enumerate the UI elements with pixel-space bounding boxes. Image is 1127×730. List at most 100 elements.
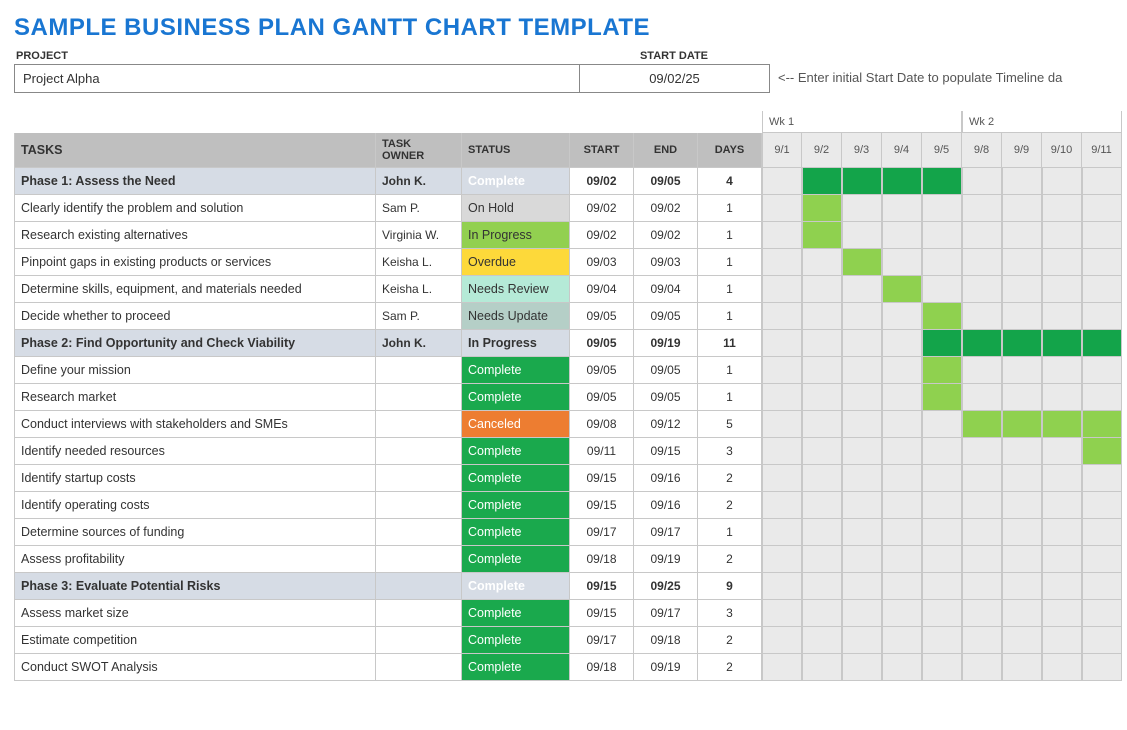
task-days[interactable]: 1 bbox=[698, 519, 762, 546]
task-name[interactable]: Identify startup costs bbox=[14, 465, 376, 492]
task-start[interactable]: 09/15 bbox=[570, 600, 634, 627]
task-start[interactable]: 09/03 bbox=[570, 249, 634, 276]
task-start[interactable]: 09/05 bbox=[570, 384, 634, 411]
task-days[interactable]: 2 bbox=[698, 546, 762, 573]
project-name-input[interactable]: Project Alpha bbox=[14, 64, 580, 93]
task-owner[interactable] bbox=[376, 465, 462, 492]
task-end[interactable]: 09/18 bbox=[634, 627, 698, 654]
task-name[interactable]: Phase 1: Assess the Need bbox=[14, 168, 376, 195]
task-end[interactable]: 09/05 bbox=[634, 303, 698, 330]
task-days[interactable]: 5 bbox=[698, 411, 762, 438]
task-days[interactable]: 1 bbox=[698, 222, 762, 249]
task-owner[interactable] bbox=[376, 411, 462, 438]
task-days[interactable]: 1 bbox=[698, 384, 762, 411]
task-status[interactable]: Complete bbox=[462, 573, 570, 600]
task-days[interactable]: 3 bbox=[698, 600, 762, 627]
task-end[interactable]: 09/12 bbox=[634, 411, 698, 438]
task-name[interactable]: Identify operating costs bbox=[14, 492, 376, 519]
task-start[interactable]: 09/15 bbox=[570, 465, 634, 492]
task-status[interactable]: Needs Review bbox=[462, 276, 570, 303]
task-days[interactable]: 1 bbox=[698, 276, 762, 303]
task-status[interactable]: Needs Update bbox=[462, 303, 570, 330]
task-days[interactable]: 4 bbox=[698, 168, 762, 195]
task-end[interactable]: 09/16 bbox=[634, 492, 698, 519]
task-name[interactable]: Clearly identify the problem and solutio… bbox=[14, 195, 376, 222]
task-start[interactable]: 09/15 bbox=[570, 573, 634, 600]
task-end[interactable]: 09/17 bbox=[634, 600, 698, 627]
task-end[interactable]: 09/05 bbox=[634, 168, 698, 195]
task-owner[interactable] bbox=[376, 654, 462, 681]
task-start[interactable]: 09/05 bbox=[570, 303, 634, 330]
task-status[interactable]: Complete bbox=[462, 438, 570, 465]
task-end[interactable]: 09/05 bbox=[634, 384, 698, 411]
task-start[interactable]: 09/05 bbox=[570, 357, 634, 384]
task-name[interactable]: Identify needed resources bbox=[14, 438, 376, 465]
task-end[interactable]: 09/03 bbox=[634, 249, 698, 276]
task-status[interactable]: Complete bbox=[462, 519, 570, 546]
task-status[interactable]: In Progress bbox=[462, 222, 570, 249]
task-name[interactable]: Phase 2: Find Opportunity and Check Viab… bbox=[14, 330, 376, 357]
task-status[interactable]: Complete bbox=[462, 492, 570, 519]
task-status[interactable]: Complete bbox=[462, 357, 570, 384]
task-end[interactable]: 09/02 bbox=[634, 222, 698, 249]
task-owner[interactable] bbox=[376, 546, 462, 573]
task-status[interactable]: Complete bbox=[462, 168, 570, 195]
task-status[interactable]: Canceled bbox=[462, 411, 570, 438]
task-name[interactable]: Conduct interviews with stakeholders and… bbox=[14, 411, 376, 438]
task-days[interactable]: 1 bbox=[698, 195, 762, 222]
task-days[interactable]: 2 bbox=[698, 465, 762, 492]
task-days[interactable]: 2 bbox=[698, 492, 762, 519]
task-end[interactable]: 09/02 bbox=[634, 195, 698, 222]
task-name[interactable]: Phase 3: Evaluate Potential Risks bbox=[14, 573, 376, 600]
task-days[interactable]: 1 bbox=[698, 357, 762, 384]
task-owner[interactable]: Virginia W. bbox=[376, 222, 462, 249]
task-name[interactable]: Assess profitability bbox=[14, 546, 376, 573]
start-date-input[interactable]: 09/02/25 bbox=[580, 64, 770, 93]
task-start[interactable]: 09/17 bbox=[570, 519, 634, 546]
task-name[interactable]: Pinpoint gaps in existing products or se… bbox=[14, 249, 376, 276]
task-owner[interactable] bbox=[376, 357, 462, 384]
task-name[interactable]: Research market bbox=[14, 384, 376, 411]
task-start[interactable]: 09/18 bbox=[570, 654, 634, 681]
task-owner[interactable] bbox=[376, 519, 462, 546]
task-days[interactable]: 2 bbox=[698, 627, 762, 654]
task-days[interactable]: 9 bbox=[698, 573, 762, 600]
task-end[interactable]: 09/19 bbox=[634, 330, 698, 357]
task-start[interactable]: 09/02 bbox=[570, 195, 634, 222]
task-name[interactable]: Determine sources of funding bbox=[14, 519, 376, 546]
task-owner[interactable]: John K. bbox=[376, 168, 462, 195]
task-owner[interactable] bbox=[376, 600, 462, 627]
task-owner[interactable]: John K. bbox=[376, 330, 462, 357]
task-start[interactable]: 09/04 bbox=[570, 276, 634, 303]
task-start[interactable]: 09/15 bbox=[570, 492, 634, 519]
task-name[interactable]: Conduct SWOT Analysis bbox=[14, 654, 376, 681]
task-owner[interactable]: Sam P. bbox=[376, 303, 462, 330]
task-end[interactable]: 09/05 bbox=[634, 357, 698, 384]
task-start[interactable]: 09/08 bbox=[570, 411, 634, 438]
task-owner[interactable] bbox=[376, 627, 462, 654]
task-end[interactable]: 09/15 bbox=[634, 438, 698, 465]
task-start[interactable]: 09/02 bbox=[570, 168, 634, 195]
task-start[interactable]: 09/17 bbox=[570, 627, 634, 654]
task-name[interactable]: Assess market size bbox=[14, 600, 376, 627]
task-status[interactable]: Complete bbox=[462, 546, 570, 573]
task-owner[interactable]: Keisha L. bbox=[376, 276, 462, 303]
task-owner[interactable]: Sam P. bbox=[376, 195, 462, 222]
task-end[interactable]: 09/19 bbox=[634, 654, 698, 681]
task-owner[interactable] bbox=[376, 438, 462, 465]
task-name[interactable]: Decide whether to proceed bbox=[14, 303, 376, 330]
task-owner[interactable]: Keisha L. bbox=[376, 249, 462, 276]
task-status[interactable]: Complete bbox=[462, 600, 570, 627]
task-owner[interactable] bbox=[376, 573, 462, 600]
task-days[interactable]: 1 bbox=[698, 249, 762, 276]
task-days[interactable]: 3 bbox=[698, 438, 762, 465]
task-start[interactable]: 09/02 bbox=[570, 222, 634, 249]
task-owner[interactable] bbox=[376, 492, 462, 519]
task-days[interactable]: 2 bbox=[698, 654, 762, 681]
task-name[interactable]: Research existing alternatives bbox=[14, 222, 376, 249]
task-days[interactable]: 1 bbox=[698, 303, 762, 330]
task-name[interactable]: Define your mission bbox=[14, 357, 376, 384]
task-end[interactable]: 09/04 bbox=[634, 276, 698, 303]
task-status[interactable]: Overdue bbox=[462, 249, 570, 276]
task-days[interactable]: 11 bbox=[698, 330, 762, 357]
